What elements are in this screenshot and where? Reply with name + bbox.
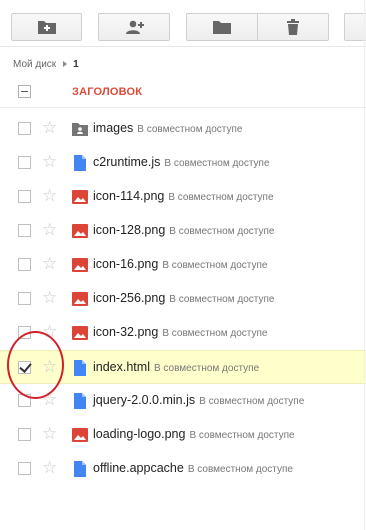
file-name[interactable]: jquery-2.0.0.min.js xyxy=(93,393,195,407)
star-icon[interactable]: ☆ xyxy=(42,119,57,136)
file-name[interactable]: offline.appcache xyxy=(93,461,184,475)
image-file-icon xyxy=(72,291,88,307)
file-row[interactable]: ☆ c2runtime.js В совместном доступе xyxy=(0,146,366,180)
toolbar xyxy=(0,0,366,44)
shared-status: В совместном доступе xyxy=(137,124,243,135)
document-icon xyxy=(72,155,88,171)
row-checkbox[interactable] xyxy=(18,122,31,135)
row-checkbox[interactable] xyxy=(18,258,31,271)
row-checkbox[interactable] xyxy=(18,292,31,305)
document-icon xyxy=(72,461,88,477)
delete-button[interactable] xyxy=(257,13,329,41)
shared-status: В совместном доступе xyxy=(162,328,268,339)
file-list: ☆ images В совместном доступе ☆ c2runtime.js… xyxy=(0,112,366,486)
file-row[interactable]: ☆ icon-114.png В совместном доступе xyxy=(0,180,366,214)
star-icon[interactable]: ☆ xyxy=(42,459,57,476)
file-name[interactable]: c2runtime.js xyxy=(93,155,160,169)
file-row[interactable]: ☆ icon-128.png В совместном доступе xyxy=(0,214,366,248)
list-header: ЗАГОЛОВОК xyxy=(0,77,366,108)
file-name-cell[interactable]: loading-logo.png В совместном доступе xyxy=(93,427,295,441)
move-to-folder-button[interactable] xyxy=(186,13,258,41)
file-name[interactable]: icon-256.png xyxy=(93,291,165,305)
file-name[interactable]: icon-16.png xyxy=(93,257,158,271)
select-all-checkbox[interactable] xyxy=(18,85,31,98)
file-name[interactable]: images xyxy=(93,121,133,135)
shared-status: В совместном доступе xyxy=(169,226,275,237)
header-title[interactable]: ЗАГОЛОВОК xyxy=(72,86,142,98)
shared-status: В совместном доступе xyxy=(168,192,274,203)
image-file-icon xyxy=(72,427,88,443)
share-button[interactable] xyxy=(98,13,170,41)
row-checkbox[interactable] xyxy=(18,190,31,203)
row-checkbox[interactable] xyxy=(18,428,31,441)
file-name-cell[interactable]: index.html В совместном доступе xyxy=(93,360,259,374)
file-name-cell[interactable]: images В совместном доступе xyxy=(93,121,242,135)
file-name-cell[interactable]: icon-128.png В совместном доступе xyxy=(93,223,274,237)
file-name[interactable]: icon-32.png xyxy=(93,325,158,339)
red-circle-annotation xyxy=(7,331,64,399)
shared-status: В совместном доступе xyxy=(169,294,275,305)
star-icon[interactable]: ☆ xyxy=(42,255,57,272)
file-name[interactable]: index.html xyxy=(93,360,150,374)
right-border xyxy=(364,0,365,530)
file-name[interactable]: icon-128.png xyxy=(93,223,165,237)
star-icon[interactable]: ☆ xyxy=(42,425,57,442)
image-file-icon xyxy=(72,223,88,239)
new-folder-button[interactable] xyxy=(11,13,82,41)
file-row[interactable]: ☆ icon-256.png В совместном доступе xyxy=(0,282,366,316)
file-row[interactable]: ☆ loading-logo.png В совместном доступе xyxy=(0,418,366,452)
share-user-icon xyxy=(126,20,144,34)
file-name-cell[interactable]: icon-16.png В совместном доступе xyxy=(93,257,267,271)
file-name-cell[interactable]: c2runtime.js В совместном доступе xyxy=(93,155,270,169)
shared-status: В совместном доступе xyxy=(199,396,305,407)
toolbar-divider xyxy=(0,46,366,47)
row-checkbox[interactable] xyxy=(18,462,31,475)
shared-status: В совместном доступе xyxy=(164,158,270,169)
image-file-icon xyxy=(72,257,88,273)
breadcrumb-arrow-icon xyxy=(63,61,68,67)
delete-icon xyxy=(287,19,299,35)
star-icon[interactable]: ☆ xyxy=(42,289,57,306)
file-name-cell[interactable]: icon-256.png В совместном доступе xyxy=(93,291,274,305)
document-icon xyxy=(72,360,88,376)
row-checkbox[interactable] xyxy=(18,224,31,237)
shared-status: В совместном доступе xyxy=(153,363,260,374)
shared-status: В совместном доступе xyxy=(187,464,293,475)
file-row[interactable]: ☆ images В совместном доступе xyxy=(0,112,366,146)
document-icon xyxy=(72,393,88,409)
shared-status: В совместном доступе xyxy=(189,430,295,441)
shared-folder-icon xyxy=(72,121,88,137)
file-row[interactable]: ☆ icon-16.png В совместном доступе xyxy=(0,248,366,282)
star-icon[interactable]: ☆ xyxy=(42,187,57,204)
file-name-cell[interactable]: icon-114.png В совместном доступе xyxy=(93,189,274,203)
breadcrumb-root[interactable]: Мой диск xyxy=(13,59,56,70)
image-file-icon xyxy=(72,189,88,205)
file-name-cell[interactable]: icon-32.png В совместном доступе xyxy=(93,325,267,339)
move-folder-icon xyxy=(213,21,231,34)
star-icon[interactable]: ☆ xyxy=(42,153,57,170)
breadcrumb-current: 1 xyxy=(73,58,79,70)
file-name-cell[interactable]: offline.appcache В совместном доступе xyxy=(93,461,293,475)
file-name[interactable]: icon-114.png xyxy=(93,189,164,203)
more-button[interactable] xyxy=(344,13,366,41)
file-name[interactable]: loading-logo.png xyxy=(93,427,185,441)
shared-status: В совместном доступе xyxy=(162,260,268,271)
file-row[interactable]: ☆ offline.appcache В совместном доступе xyxy=(0,452,366,486)
star-icon[interactable]: ☆ xyxy=(42,221,57,238)
image-file-icon xyxy=(72,325,88,341)
file-name-cell[interactable]: jquery-2.0.0.min.js В совместном доступе xyxy=(93,393,304,407)
new-folder-icon xyxy=(37,21,56,34)
breadcrumb: Мой диск 1 xyxy=(13,57,79,71)
row-checkbox[interactable] xyxy=(18,156,31,169)
